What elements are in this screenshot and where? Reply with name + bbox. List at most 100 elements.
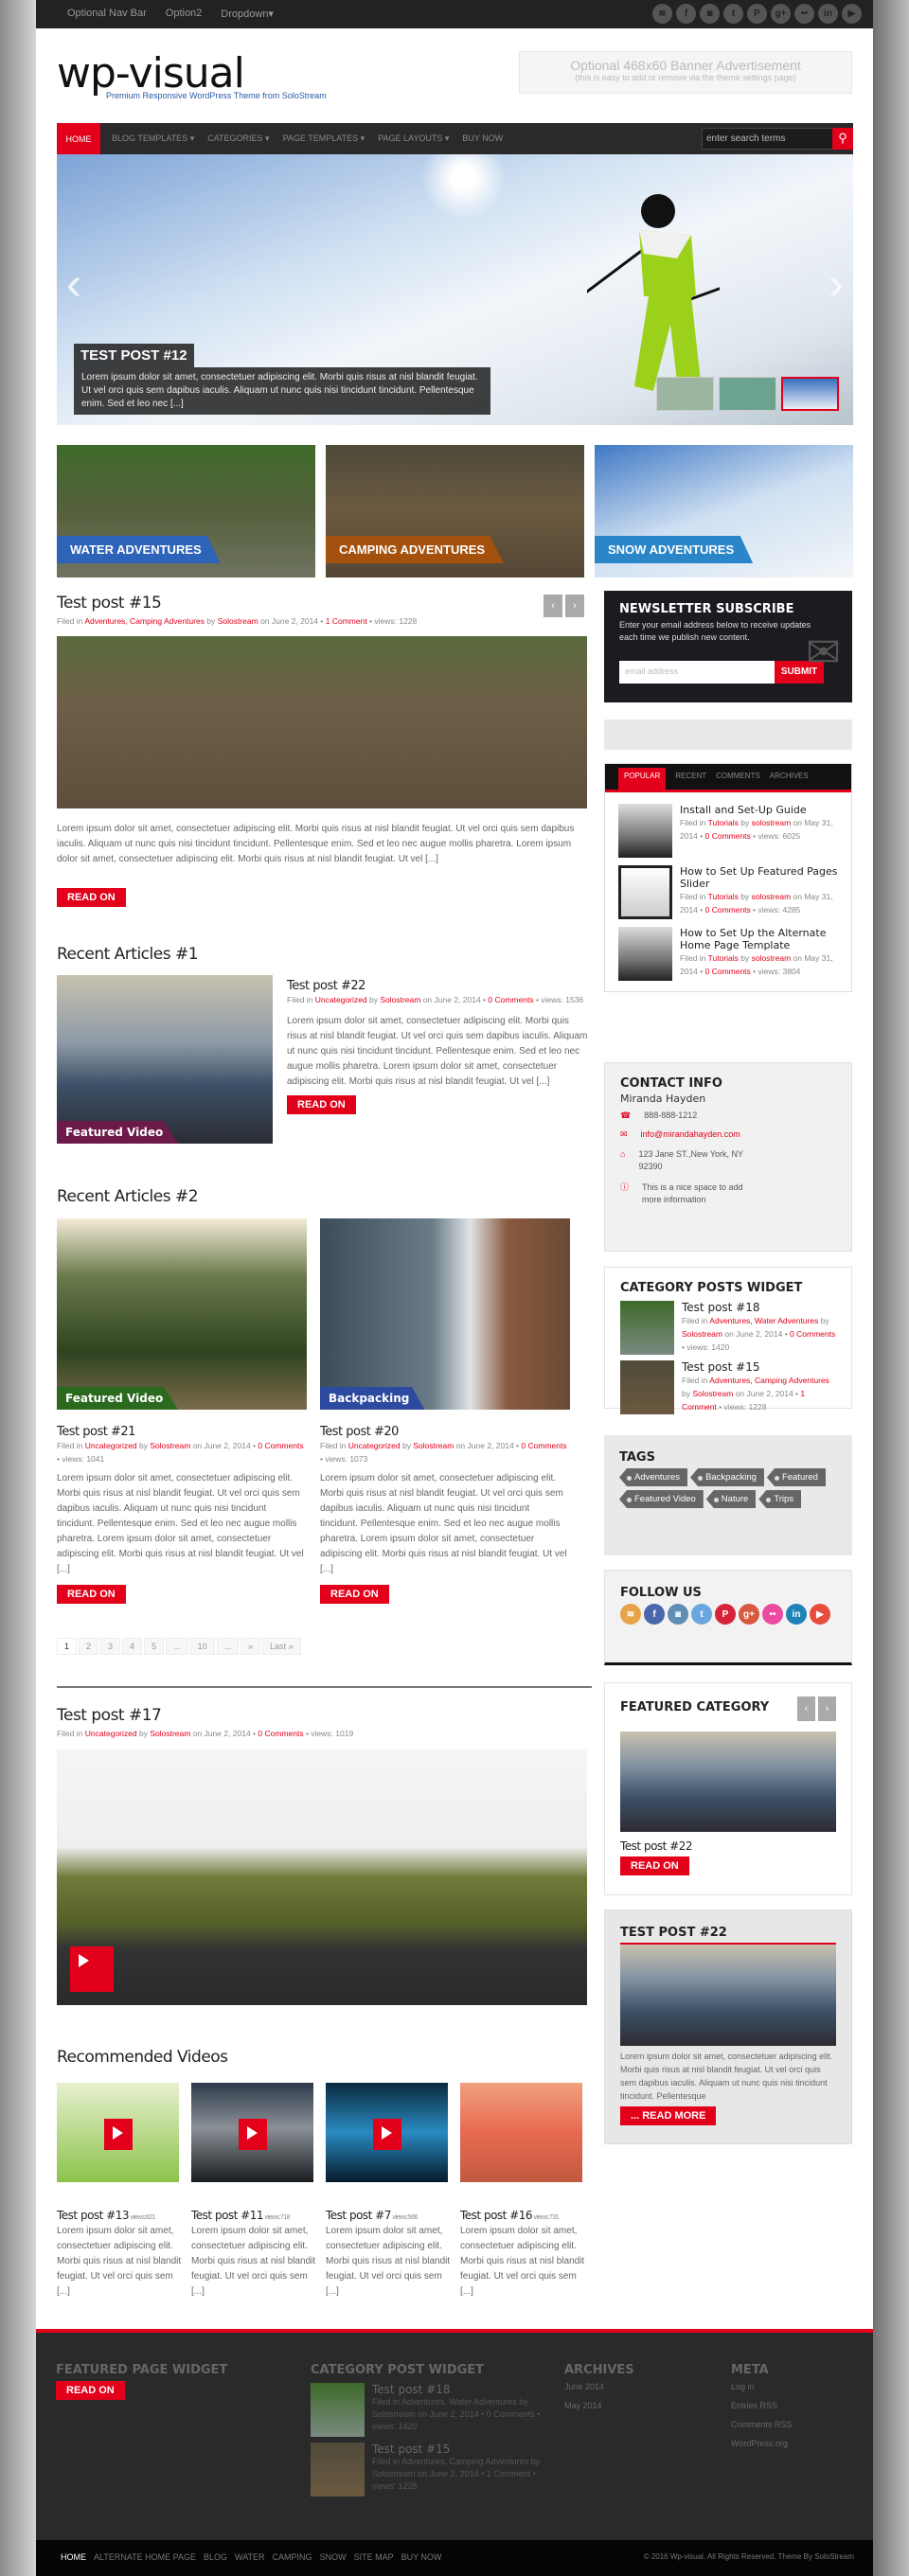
- instagram-icon[interactable]: ◙: [700, 4, 720, 24]
- facebook-icon[interactable]: f: [676, 4, 696, 24]
- nav-buy-now[interactable]: BUY NOW: [462, 133, 503, 144]
- author-link[interactable]: solostream: [752, 892, 792, 901]
- category-link[interactable]: Adventures, Camping Adventures: [709, 1376, 829, 1385]
- category-link[interactable]: Adventures, Water Adventures: [709, 1316, 818, 1325]
- search-button[interactable]: ⚲: [832, 128, 853, 150]
- play-button-icon[interactable]: [104, 2119, 133, 2150]
- page-link[interactable]: 2: [79, 1638, 99, 1655]
- footer-nav-item[interactable]: WATER: [235, 2552, 265, 2562]
- featured-image[interactable]: [620, 1945, 836, 2046]
- read-on-button[interactable]: READ ON: [57, 888, 126, 907]
- category-link[interactable]: Tutorials: [708, 892, 739, 901]
- popular-item-title[interactable]: How to Set Up the Alternate Home Page Te…: [680, 927, 838, 951]
- rss-icon[interactable]: ≋: [620, 1604, 641, 1625]
- author-link[interactable]: Solostream: [692, 1389, 733, 1398]
- twitter-icon[interactable]: t: [691, 1604, 712, 1625]
- page-link[interactable]: »: [241, 1638, 261, 1655]
- video-thumbnail[interactable]: [326, 2083, 448, 2182]
- pinterest-icon[interactable]: P: [715, 1604, 736, 1625]
- prev-arrow-icon[interactable]: ‹: [544, 595, 562, 617]
- comments-link[interactable]: 1 Comment: [326, 616, 367, 626]
- comments-link[interactable]: 0 Comments: [258, 1441, 303, 1450]
- category-link[interactable]: Uncategorized: [315, 995, 367, 1004]
- contact-email[interactable]: info@mirandahayden.com: [641, 1129, 740, 1140]
- category-link[interactable]: Uncategorized: [85, 1441, 137, 1450]
- tab-archives[interactable]: ARCHIVES: [770, 772, 809, 790]
- comments-link[interactable]: 0 Comments: [488, 995, 533, 1004]
- post-image[interactable]: Backpacking: [320, 1218, 570, 1410]
- video-title[interactable]: Test post #13 views:821: [57, 2209, 182, 2222]
- post-title[interactable]: Test post #17: [57, 1706, 162, 1725]
- post-thumbnail[interactable]: [620, 1360, 674, 1414]
- rss-icon[interactable]: ≋: [652, 4, 672, 24]
- slider-thumb[interactable]: [719, 377, 776, 411]
- page-link[interactable]: 10: [189, 1638, 215, 1655]
- category-link[interactable]: Uncategorized: [348, 1441, 401, 1450]
- tab-comments[interactable]: COMMENTS: [716, 772, 760, 790]
- footer-nav-item[interactable]: BLOG: [204, 2552, 227, 2562]
- read-on-button[interactable]: READ ON: [56, 2381, 125, 2400]
- video-thumbnail[interactable]: [57, 1750, 587, 2005]
- post-image[interactable]: [57, 636, 587, 808]
- play-button-icon[interactable]: [239, 2119, 267, 2150]
- tab-popular[interactable]: POPULAR: [618, 768, 667, 790]
- featured-post-title[interactable]: Test post #22: [620, 1839, 836, 1853]
- comments-link[interactable]: 0 Comments: [705, 831, 751, 841]
- post-thumbnail[interactable]: [311, 2443, 365, 2496]
- meta-link[interactable]: Entries RSS: [731, 2396, 793, 2415]
- play-button-icon[interactable]: [70, 1946, 114, 1992]
- post-title[interactable]: Test post #21: [57, 1425, 307, 1439]
- youtube-icon[interactable]: ▶: [842, 4, 862, 24]
- hero-slider[interactable]: ‹ › TEST POST #12 Lorem ipsum dolor sit …: [57, 154, 853, 425]
- comments-link[interactable]: 0 Comments: [705, 967, 751, 976]
- category-box-water[interactable]: WATER ADVENTURES: [57, 445, 315, 577]
- tag-link[interactable]: Backpacking: [690, 1468, 764, 1486]
- featured-image[interactable]: [620, 1732, 836, 1832]
- page-link[interactable]: Last »: [262, 1638, 301, 1655]
- author-link[interactable]: Solostream: [413, 1441, 454, 1450]
- prev-arrow-icon[interactable]: ‹: [797, 1697, 815, 1721]
- twitter-icon[interactable]: t: [723, 4, 743, 24]
- slider-next-arrow[interactable]: ›: [829, 258, 844, 311]
- meta-link[interactable]: WordPress.org: [731, 2434, 793, 2453]
- slide-title[interactable]: TEST POST #12: [74, 344, 194, 367]
- slider-prev-arrow[interactable]: ‹: [66, 258, 81, 311]
- category-link[interactable]: Tutorials: [708, 953, 739, 963]
- category-link[interactable]: Uncategorized: [85, 1729, 137, 1738]
- video-title[interactable]: Test post #11 views:718: [191, 2209, 316, 2222]
- next-arrow-icon[interactable]: ›: [818, 1697, 836, 1721]
- popular-item-title[interactable]: How to Set Up Featured Pages Slider: [680, 865, 838, 890]
- author-link[interactable]: Solostream: [218, 616, 258, 626]
- nav-page-layouts[interactable]: PAGE LAYOUTS ▾: [378, 133, 449, 144]
- nav-home[interactable]: HOME: [57, 123, 100, 154]
- page-link[interactable]: 5: [144, 1638, 165, 1655]
- author-link[interactable]: Solostream: [682, 1329, 722, 1339]
- linkedin-icon[interactable]: in: [786, 1604, 807, 1625]
- linkedin-icon[interactable]: in: [818, 4, 838, 24]
- tag-link[interactable]: Featured Video: [619, 1490, 704, 1508]
- category-post-title[interactable]: Test post #18: [682, 1301, 836, 1314]
- page-link[interactable]: 3: [100, 1638, 121, 1655]
- author-link[interactable]: Solostream: [150, 1441, 190, 1450]
- post-image[interactable]: Featured Video: [57, 975, 273, 1144]
- read-more-button[interactable]: ... READ MORE: [620, 2106, 717, 2125]
- nav-page-templates[interactable]: PAGE TEMPLATES ▾: [283, 133, 365, 144]
- meta-link[interactable]: Log in: [731, 2377, 793, 2396]
- footer-nav-item[interactable]: HOME: [61, 2552, 86, 2562]
- top-nav-item[interactable]: Optional Nav Bar: [67, 8, 147, 20]
- post-thumbnail[interactable]: [618, 865, 672, 919]
- category-box-snow[interactable]: SNOW ADVENTURES: [595, 445, 853, 577]
- comments-link[interactable]: 0 Comments: [258, 1729, 303, 1738]
- archive-link[interactable]: May 2014: [564, 2396, 634, 2415]
- video-thumbnail[interactable]: [57, 2083, 179, 2182]
- video-title[interactable]: Test post #16 views:731: [460, 2209, 585, 2222]
- post-title[interactable]: Test post #22: [287, 979, 590, 993]
- post-title[interactable]: Test post #15: [57, 594, 162, 613]
- top-nav-item[interactable]: Option2: [166, 8, 203, 20]
- tag-link[interactable]: Adventures: [619, 1468, 688, 1486]
- search-input[interactable]: enter search terms: [702, 128, 834, 150]
- video-title-text[interactable]: Test post #13: [57, 2209, 130, 2222]
- comments-link[interactable]: 0 Comments: [790, 1329, 835, 1339]
- tag-link[interactable]: Trips: [758, 1490, 802, 1508]
- page-link[interactable]: ...: [216, 1638, 240, 1655]
